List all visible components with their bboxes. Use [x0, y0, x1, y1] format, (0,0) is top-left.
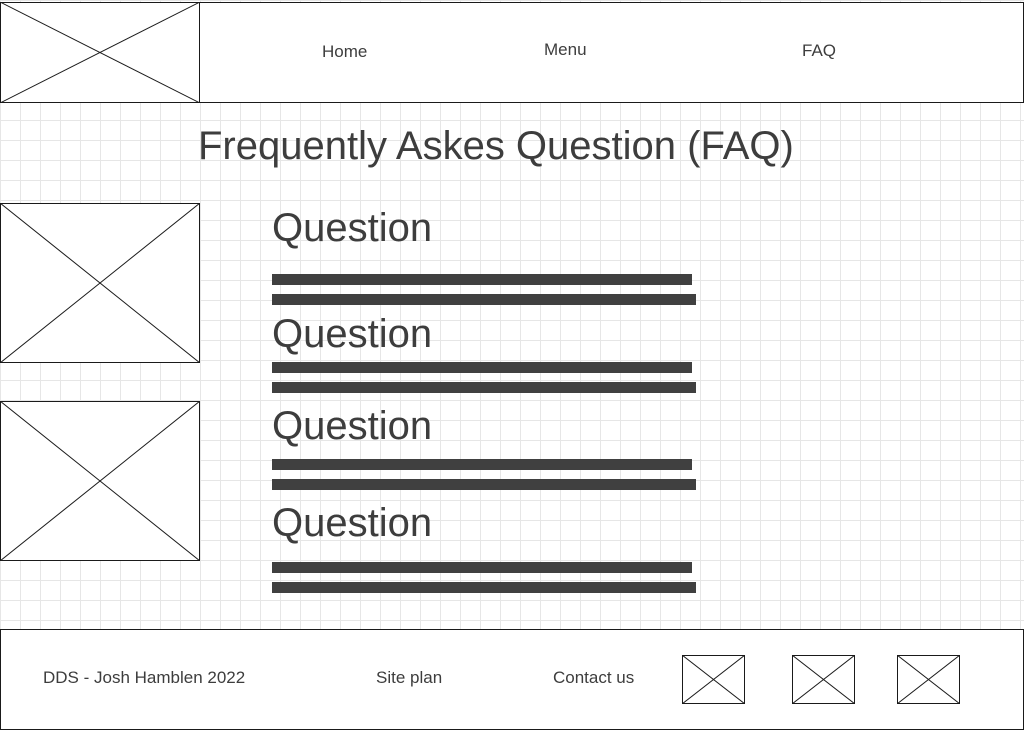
faq-answer-line: [272, 382, 696, 393]
image-placeholder-icon: [0, 203, 200, 363]
side-image-placeholder-2: [0, 401, 200, 561]
nav-menu-link[interactable]: Menu: [544, 40, 587, 60]
nav-faq-link[interactable]: FAQ: [802, 41, 836, 61]
nav-home-link[interactable]: Home: [322, 42, 367, 62]
image-placeholder-icon: [0, 401, 200, 561]
faq-answer-line: [272, 294, 696, 305]
footer-copyright: DDS - Josh Hamblen 2022: [43, 668, 246, 687]
faq-question-2[interactable]: Question: [272, 310, 432, 358]
faq-answer-line: [272, 562, 692, 573]
image-placeholder-icon: [792, 655, 855, 704]
footer-contact-link[interactable]: Contact us: [553, 668, 634, 688]
image-placeholder-icon: [0, 2, 200, 103]
faq-answer-line: [272, 274, 692, 285]
faq-answer-line: [272, 362, 692, 373]
faq-answer-line: [272, 479, 696, 490]
footer-site-plan-link[interactable]: Site plan: [376, 668, 442, 688]
social-icon-placeholder-3[interactable]: [897, 655, 960, 704]
side-image-placeholder-1: [0, 203, 200, 363]
faq-answer-line: [272, 582, 696, 593]
image-placeholder-icon: [682, 655, 745, 704]
faq-question-4[interactable]: Question: [272, 499, 432, 547]
social-icon-placeholder-1[interactable]: [682, 655, 745, 704]
faq-question-1[interactable]: Question: [272, 204, 432, 252]
image-placeholder-icon: [897, 655, 960, 704]
page-title: Frequently Askes Question (FAQ): [198, 124, 794, 168]
faq-answer-line: [272, 459, 692, 470]
faq-question-3[interactable]: Question: [272, 402, 432, 450]
logo-image-placeholder[interactable]: [0, 2, 200, 103]
social-icon-placeholder-2[interactable]: [792, 655, 855, 704]
